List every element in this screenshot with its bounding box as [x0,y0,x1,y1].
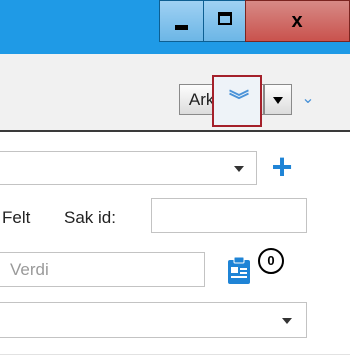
field-label: Felt [2,208,31,227]
archive-search-dropdown-button[interactable] [264,84,292,115]
clipboard-icon[interactable] [225,255,257,285]
maximize-icon [218,12,232,25]
minimize-button[interactable] [159,0,204,42]
operator-select[interactable] [0,302,307,338]
case-id-input[interactable] [151,198,307,233]
close-icon: x [291,10,303,32]
dropdown-arrow-icon [273,97,283,104]
value-input[interactable] [0,252,205,287]
add-button[interactable]: + [266,149,298,185]
count-badge: 0 [258,248,284,274]
window-frame [0,54,350,72]
divider [0,354,350,355]
field-select[interactable] [0,151,257,185]
select-arrow-icon [282,318,292,324]
case-id-label: Sak id: [64,208,116,227]
chevron-down-icon[interactable]: ⌄ [298,89,318,109]
minimize-icon [175,25,188,30]
expand-panel-button[interactable]: ︾ [212,75,262,127]
double-chevron-down-icon: ︾ [229,90,249,112]
select-arrow-icon [234,166,244,172]
